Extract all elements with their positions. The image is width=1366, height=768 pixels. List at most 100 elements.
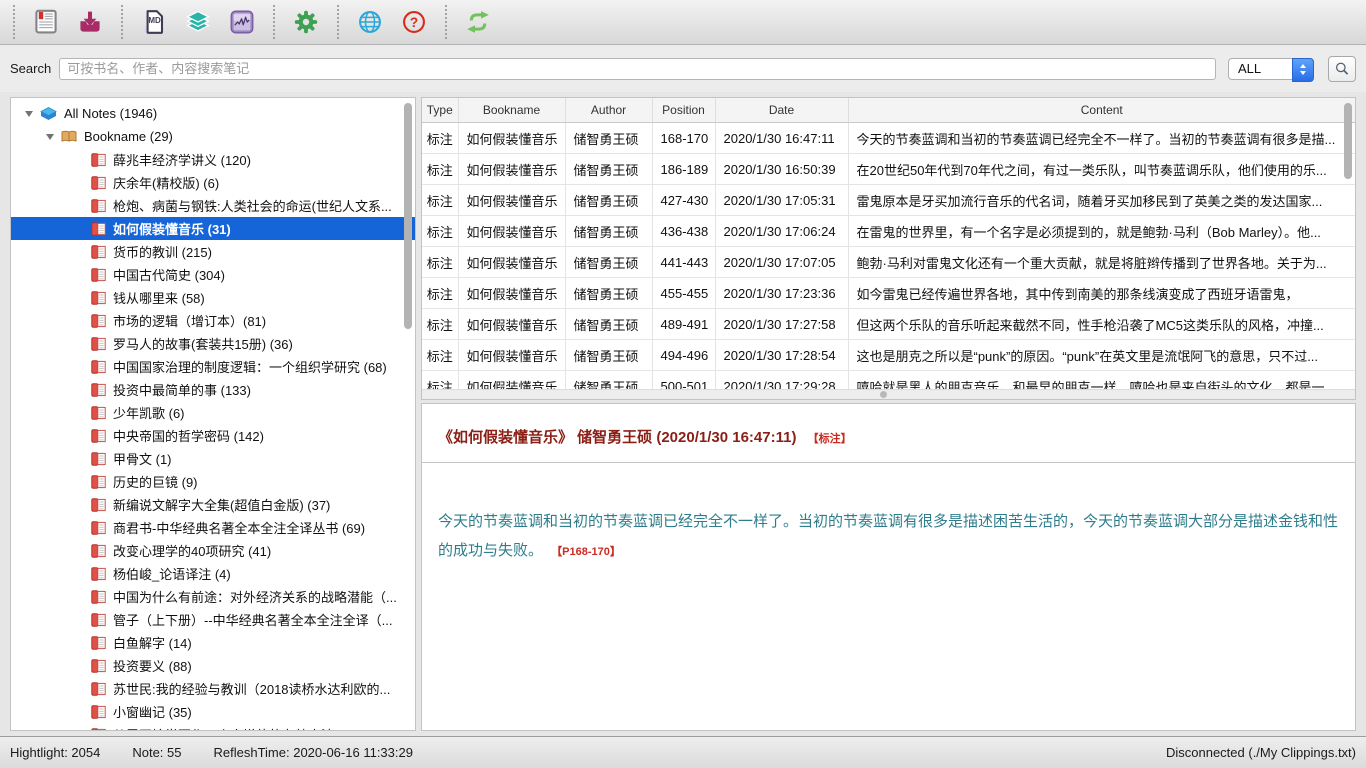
sidebar-book-item[interactable]: 从零开始学写作：个人增值的有效方法 (6)	[11, 723, 415, 731]
table-row[interactable]: 标注如何假装懂音乐储智勇王硕186-1892020/1/30 16:50:39在…	[422, 154, 1355, 185]
book-icon	[91, 590, 106, 604]
table-row[interactable]: 标注如何假装懂音乐储智勇王硕494-4962020/1/30 17:28:54这…	[422, 340, 1355, 371]
search-button[interactable]	[1328, 56, 1356, 82]
sidebar-book-item[interactable]: 货币的教训 (215)	[11, 240, 415, 263]
column-header-type[interactable]: Type	[422, 98, 458, 123]
cell-bookname: 如何假装懂音乐	[458, 123, 565, 154]
search-input[interactable]	[59, 58, 1216, 80]
sidebar-book-item[interactable]: 枪炮、病菌与钢铁:人类社会的命运(世纪人文系...	[11, 194, 415, 217]
cell-bookname: 如何假装懂音乐	[458, 154, 565, 185]
cell-date: 2020/1/30 17:28:54	[715, 340, 848, 371]
book-label: 枪炮、病菌与钢铁:人类社会的命运(世纪人文系...	[113, 196, 392, 215]
disclosure-triangle-icon[interactable]	[46, 134, 54, 140]
sidebar-book-item[interactable]: 商君书-中华经典名著全本全注全译丛书 (69)	[11, 516, 415, 539]
statistics-chart-icon[interactable]	[224, 3, 260, 41]
table-horizontal-scrollbar[interactable]	[422, 389, 1355, 399]
sidebar-book-item[interactable]: 中国为什么有前途：对外经济关系的战略潜能（...	[11, 585, 415, 608]
book-label: 市场的逻辑（增订本）(81)	[113, 311, 266, 330]
sidebar-book-item[interactable]: 中央帝国的哲学密码 (142)	[11, 424, 415, 447]
sidebar-book-item[interactable]: 杨伯峻_论语译注 (4)	[11, 562, 415, 585]
column-header-position[interactable]: Position	[652, 98, 715, 123]
cell-position: 168-170	[652, 123, 715, 154]
column-header-bookname[interactable]: Bookname	[458, 98, 565, 123]
horizontal-scroll-thumb[interactable]	[880, 391, 887, 398]
layers-icon[interactable]	[180, 3, 216, 41]
detail-divider	[422, 462, 1355, 463]
table-scrollbar[interactable]	[1344, 103, 1352, 179]
column-header-date[interactable]: Date	[715, 98, 848, 123]
cell-bookname: 如何假装懂音乐	[458, 216, 565, 247]
table-row[interactable]: 标注如何假装懂音乐储智勇王硕455-4552020/1/30 17:23:36如…	[422, 278, 1355, 309]
settings-gear-icon[interactable]	[288, 3, 324, 41]
import-clippings-icon[interactable]	[72, 3, 108, 41]
book-icon	[91, 498, 106, 512]
refresh-sync-icon	[466, 7, 490, 37]
book-icon	[91, 452, 106, 466]
table-row[interactable]: 标注如何假装懂音乐储智勇王硕427-4302020/1/30 17:05:31雷…	[422, 185, 1355, 216]
sidebar-book-item[interactable]: 中国国家治理的制度逻辑：一个组织学研究 (68)	[11, 355, 415, 378]
cell-author: 储智勇王硕	[565, 278, 652, 309]
cell-type: 标注	[422, 247, 458, 278]
sidebar-item-all-notes[interactable]: All Notes (1946)	[11, 102, 415, 125]
cell-bookname: 如何假装懂音乐	[458, 309, 565, 340]
note-detail-title: 《如何假装懂音乐》 储智勇王硕 (2020/1/30 16:47:11) 【标注…	[438, 426, 1339, 447]
sidebar-book-item[interactable]: 白鱼解字 (14)	[11, 631, 415, 654]
cell-date: 2020/1/30 17:05:31	[715, 185, 848, 216]
settings-gear-icon	[294, 7, 318, 37]
sidebar-book-item[interactable]: 投资中最简单的事 (133)	[11, 378, 415, 401]
book-icon	[91, 544, 106, 558]
notes-table: TypeBooknameAuthorPositionDateContent 标注…	[422, 98, 1355, 400]
help-icon[interactable]: ?	[396, 3, 432, 41]
sidebar-book-item[interactable]: 少年凯歌 (6)	[11, 401, 415, 424]
sidebar-book-item[interactable]: 投资要义 (88)	[11, 654, 415, 677]
book-label: 从零开始学写作：个人增值的有效方法 (6)	[113, 725, 354, 731]
filter-dropdown[interactable]: ALL	[1228, 58, 1314, 80]
sidebar-scrollbar[interactable]	[404, 103, 412, 329]
markdown-export-icon: MD	[142, 6, 166, 38]
book-label: 商君书-中华经典名著全本全注全译丛书 (69)	[113, 518, 365, 537]
sidebar-book-item[interactable]: 苏世民:我的经验与教训（2018读桥水达利欧的...	[11, 677, 415, 700]
sidebar-book-item[interactable]: 甲骨文 (1)	[11, 447, 415, 470]
table-row[interactable]: 标注如何假装懂音乐储智勇王硕441-4432020/1/30 17:07:05鲍…	[422, 247, 1355, 278]
table-row[interactable]: 标注如何假装懂音乐储智勇王硕168-1702020/1/30 16:47:11今…	[422, 123, 1355, 154]
search-label: Search	[10, 61, 51, 76]
sidebar-book-item[interactable]: 市场的逻辑（增订本）(81)	[11, 309, 415, 332]
column-header-content[interactable]: Content	[848, 98, 1355, 123]
note-detail-body: 今天的节奏蓝调和当初的节奏蓝调已经完全不一样了。当初的节奏蓝调有很多是描述困苦生…	[438, 507, 1339, 566]
book-label: 钱从哪里来 (58)	[113, 288, 205, 307]
book-label: 投资中最简单的事 (133)	[113, 380, 251, 399]
markdown-export-icon[interactable]: MD	[136, 3, 172, 41]
cell-author: 储智勇王硕	[565, 309, 652, 340]
book-label: 新编说文解字大全集(超值白金版) (37)	[113, 495, 330, 514]
svg-text:MD: MD	[148, 16, 161, 25]
sidebar-book-item[interactable]: 薛兆丰经济学讲义 (120)	[11, 148, 415, 171]
sidebar-book-item[interactable]: 钱从哪里来 (58)	[11, 286, 415, 309]
refresh-sync-icon[interactable]	[460, 3, 496, 41]
notes-table-panel: TypeBooknameAuthorPositionDateContent 标注…	[421, 97, 1356, 400]
column-header-author[interactable]: Author	[565, 98, 652, 123]
book-label: 中央帝国的哲学密码 (142)	[113, 426, 264, 445]
filter-dropdown-value: ALL	[1238, 61, 1261, 76]
book-icon	[91, 613, 106, 627]
sidebar-book-item[interactable]: 罗马人的故事(套装共15册) (36)	[11, 332, 415, 355]
sidebar-item-bookname[interactable]: Bookname (29)	[11, 125, 415, 148]
disclosure-triangle-icon[interactable]	[25, 111, 33, 117]
sidebar-book-item[interactable]: 如何假装懂音乐 (31)	[11, 217, 415, 240]
sidebar-book-item[interactable]: 小窗幽记 (35)	[11, 700, 415, 723]
sidebar-book-item[interactable]: 新编说文解字大全集(超值白金版) (37)	[11, 493, 415, 516]
sidebar-book-item[interactable]: 历史的巨镜 (9)	[11, 470, 415, 493]
book-label: 中国为什么有前途：对外经济关系的战略潜能（...	[113, 587, 397, 606]
sidebar-book-item[interactable]: 管子（上下册）--中华经典名著全本全注全译（...	[11, 608, 415, 631]
cell-type: 标注	[422, 123, 458, 154]
book-label: 中国国家治理的制度逻辑：一个组织学研究 (68)	[113, 357, 387, 376]
sidebar-book-item[interactable]: 中国古代简史 (304)	[11, 263, 415, 286]
book-label: 投资要义 (88)	[113, 656, 192, 675]
sidebar-book-item[interactable]: 庆余年(精校版) (6)	[11, 171, 415, 194]
sidebar-book-item[interactable]: 改变心理学的40项研究 (41)	[11, 539, 415, 562]
book-label: 中国古代简史 (304)	[113, 265, 225, 284]
table-row[interactable]: 标注如何假装懂音乐储智勇王硕489-4912020/1/30 17:27:58但…	[422, 309, 1355, 340]
cell-type: 标注	[422, 154, 458, 185]
notes-document-icon[interactable]	[28, 3, 64, 41]
table-row[interactable]: 标注如何假装懂音乐储智勇王硕436-4382020/1/30 17:06:24在…	[422, 216, 1355, 247]
website-globe-icon[interactable]	[352, 3, 388, 41]
